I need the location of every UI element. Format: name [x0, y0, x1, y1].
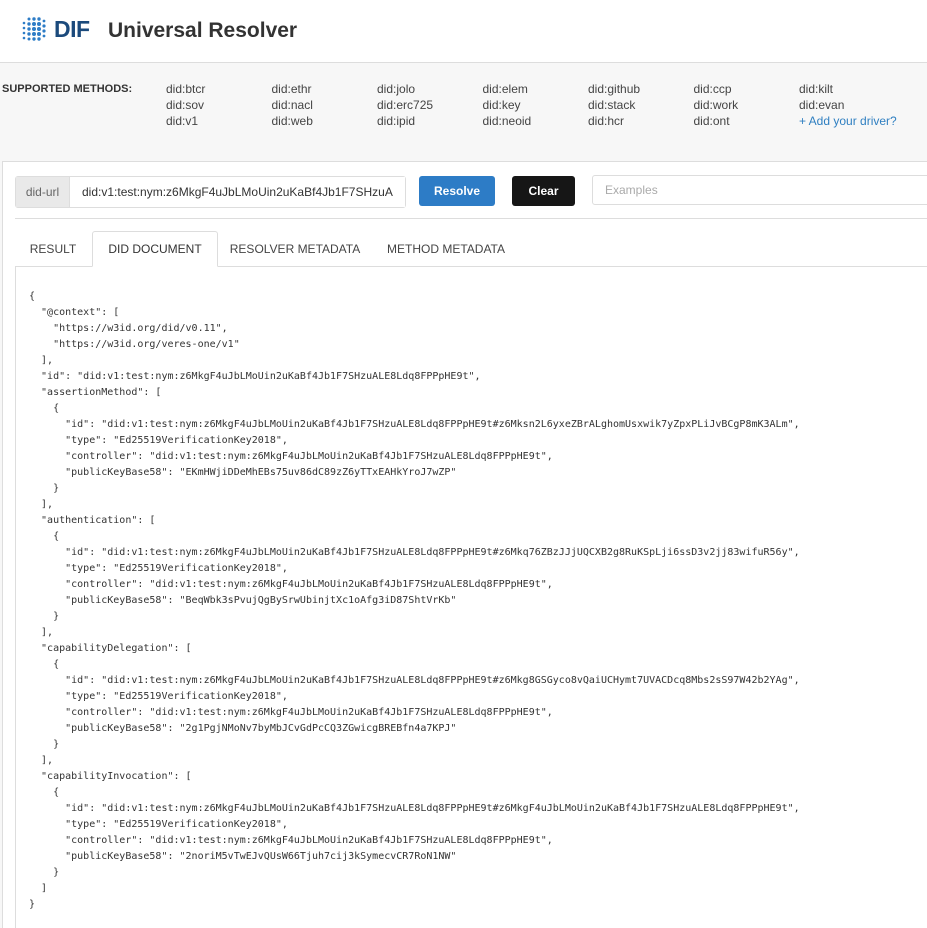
json-line: "publicKeyBase58": "EKmHWjiDDeMhEBs75uv8… [29, 467, 457, 478]
method-item: did:stack [588, 98, 636, 112]
json-line: "id": "did:v1:test:nym:z6MkgF4uJbLMoUin2… [29, 803, 800, 814]
method-item: did:github [588, 82, 641, 96]
app-header: DIF Universal Resolver [0, 0, 927, 63]
did-url-input-group: did-url [15, 176, 406, 208]
method-item: did:elem [482, 82, 528, 96]
json-line: } [29, 611, 60, 622]
did-document-json: { "@context": [ "https://w3id.org/did/v0… [29, 289, 800, 913]
dif-logo-icon [22, 17, 46, 41]
json-line: { [29, 659, 60, 670]
json-line: "id": "did:v1:test:nym:z6MkgF4uJbLMoUin2… [29, 547, 800, 558]
did-document-panel: { "@context": [ "https://w3id.org/did/v0… [15, 267, 927, 928]
json-line: ], [29, 499, 54, 510]
examples-dropdown[interactable]: Examples [592, 175, 927, 205]
json-line: "type": "Ed25519VerificationKey2018", [29, 691, 288, 702]
did-url-addon-label: did-url [16, 177, 70, 207]
json-line: "controller": "did:v1:test:nym:z6MkgF4uJ… [29, 707, 553, 718]
did-url-input[interactable] [70, 177, 405, 207]
supported-methods-label: SUPPORTED METHODS: [2, 83, 133, 95]
json-line: "type": "Ed25519VerificationKey2018", [29, 819, 288, 830]
json-line: "type": "Ed25519VerificationKey2018", [29, 563, 288, 574]
json-line: "https://w3id.org/did/v0.11", [29, 323, 228, 334]
method-item: did:jolo [377, 82, 416, 96]
result-tabs: RESULT DID DOCUMENT RESOLVER METADATA ME… [15, 231, 927, 267]
json-line: "authentication": [ [29, 515, 156, 526]
tab-method-metadata[interactable]: METHOD METADATA [371, 231, 521, 267]
json-line: "publicKeyBase58": "BeqWbk3sPvujQgBySrwU… [29, 595, 457, 606]
method-item: did:kilt [799, 82, 834, 96]
json-line: { [29, 291, 36, 302]
tab-did-document[interactable]: DID DOCUMENT [92, 231, 218, 267]
method-item: did:hcr [588, 114, 625, 128]
method-item: did:v1 [166, 114, 199, 128]
json-line: "@context": [ [29, 307, 120, 318]
resolve-button[interactable]: Resolve [419, 176, 495, 206]
json-line: { [29, 531, 60, 542]
json-line: "publicKeyBase58": "2noriM5vTwEJvQUsW66T… [29, 851, 457, 862]
method-item: did:sov [166, 98, 205, 112]
clear-button[interactable]: Clear [512, 176, 575, 206]
add-driver-link[interactable]: + Add your driver? [799, 114, 905, 130]
divider [15, 218, 927, 219]
json-line: } [29, 867, 60, 878]
method-item: did:ccp [693, 82, 732, 96]
method-item: did:neoid [482, 114, 532, 128]
method-item: did:btcr [166, 82, 206, 96]
method-item: did:evan [799, 98, 845, 112]
json-line: ], [29, 627, 54, 638]
logo-text: DIF [54, 16, 90, 42]
supported-methods-list: did:btcr did:ethr did:jolo did:elem did:gith… [166, 82, 905, 130]
json-line: "id": "did:v1:test:nym:z6MkgF4uJbLMoUin2… [29, 371, 481, 382]
json-line: ], [29, 355, 54, 366]
json-line: } [29, 483, 60, 494]
method-item: did:ont [693, 114, 730, 128]
method-item: did:nacl [271, 98, 313, 112]
tab-resolver-metadata[interactable]: RESOLVER METADATA [219, 231, 371, 267]
method-item: did:ethr [271, 82, 312, 96]
method-item: did:work [693, 98, 739, 112]
method-item: did:ipid [377, 114, 416, 128]
json-line: "type": "Ed25519VerificationKey2018", [29, 435, 288, 446]
json-line: "id": "did:v1:test:nym:z6MkgF4uJbLMoUin2… [29, 419, 800, 430]
json-line: { [29, 403, 60, 414]
json-line: ], [29, 755, 54, 766]
json-line: "id": "did:v1:test:nym:z6MkgF4uJbLMoUin2… [29, 675, 800, 686]
method-item: did:key [482, 98, 521, 112]
json-line: "capabilityInvocation": [ [29, 771, 192, 782]
json-line: } [29, 899, 36, 910]
method-item: did:web [271, 114, 313, 128]
json-line: "publicKeyBase58": "2g1PgjNMoNv7byMbJCvG… [29, 723, 457, 734]
json-line: ] [29, 883, 48, 894]
json-line: "controller": "did:v1:test:nym:z6MkgF4uJ… [29, 579, 553, 590]
resolver-card: did-url Resolve Clear Examples RESULT DI… [2, 161, 927, 928]
json-line: { [29, 787, 60, 798]
page-title: Universal Resolver [108, 19, 298, 42]
json-line: "assertionMethod": [ [29, 387, 162, 398]
tab-result[interactable]: RESULT [15, 231, 91, 267]
json-line: "capabilityDelegation": [ [29, 643, 192, 654]
method-item: did:erc725 [377, 98, 434, 112]
json-line: "https://w3id.org/veres-one/v1" [29, 339, 240, 350]
json-line: } [29, 739, 60, 750]
json-line: "controller": "did:v1:test:nym:z6MkgF4uJ… [29, 835, 553, 846]
json-line: "controller": "did:v1:test:nym:z6MkgF4uJ… [29, 451, 553, 462]
